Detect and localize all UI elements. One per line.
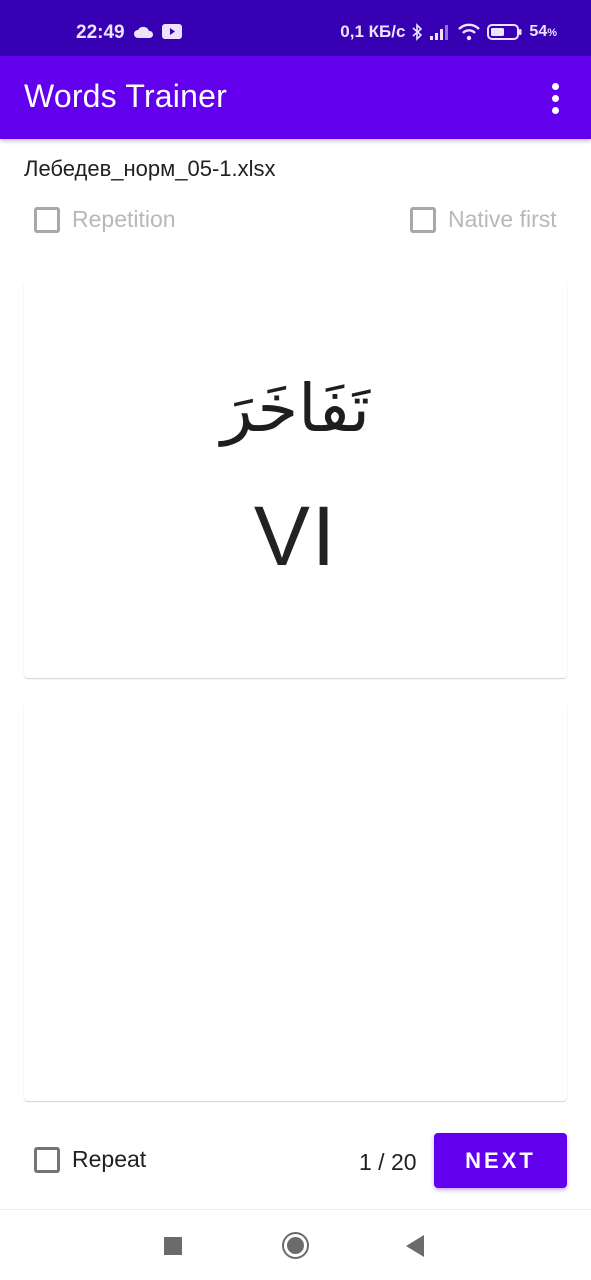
battery-percent-value: 54 <box>529 23 548 40</box>
repeat-label: Repeat <box>72 1146 147 1172</box>
app-bar: Words Trainer <box>0 56 591 139</box>
file-name: Лебедев_норм_05-1.xlsx <box>24 156 276 181</box>
status-right: 0,1 КБ/с 54% <box>340 22 557 42</box>
checkbox-box[interactable] <box>34 206 60 233</box>
repeat-checkbox[interactable]: Repeat <box>34 1146 146 1173</box>
app-title: Words Trainer <box>24 78 227 114</box>
wifi-icon <box>458 23 481 41</box>
system-nav-bar <box>0 1209 591 1280</box>
more-vert-icon[interactable] <box>539 80 571 116</box>
repetition-checkbox[interactable]: Repetition <box>34 206 176 233</box>
native-first-label: Native first <box>448 206 557 232</box>
word-counter: 1 / 20 <box>359 1149 417 1175</box>
native-first-checkbox[interactable]: Native first <box>410 206 557 233</box>
question-card[interactable]: تَفَاخَرَ VI <box>24 280 567 678</box>
cloud-icon <box>134 26 154 38</box>
home-icon[interactable] <box>282 1232 309 1259</box>
recents-icon[interactable] <box>164 1237 182 1255</box>
bluetooth-icon <box>412 23 423 41</box>
youtube-icon <box>162 24 182 39</box>
next-button[interactable]: NEXT <box>434 1133 567 1188</box>
verb-form: VI <box>253 489 338 583</box>
battery-icon <box>487 24 522 40</box>
signal-icon <box>430 25 449 40</box>
answer-card[interactable] <box>24 702 567 1101</box>
battery-percent-unit: % <box>547 27 557 39</box>
status-bar: 22:49 0,1 КБ/с 54% <box>0 0 591 56</box>
status-left-icons <box>134 24 182 39</box>
status-time: 22:49 <box>76 22 125 43</box>
back-icon[interactable] <box>406 1235 424 1257</box>
checkbox-box[interactable] <box>410 206 436 233</box>
network-speed: 0,1 КБ/с <box>340 22 406 41</box>
checkbox-box[interactable] <box>34 1146 60 1173</box>
battery-percent: 54% <box>529 23 557 41</box>
foreign-word: تَفَاخَرَ <box>220 370 371 447</box>
repetition-label: Repetition <box>72 206 176 232</box>
